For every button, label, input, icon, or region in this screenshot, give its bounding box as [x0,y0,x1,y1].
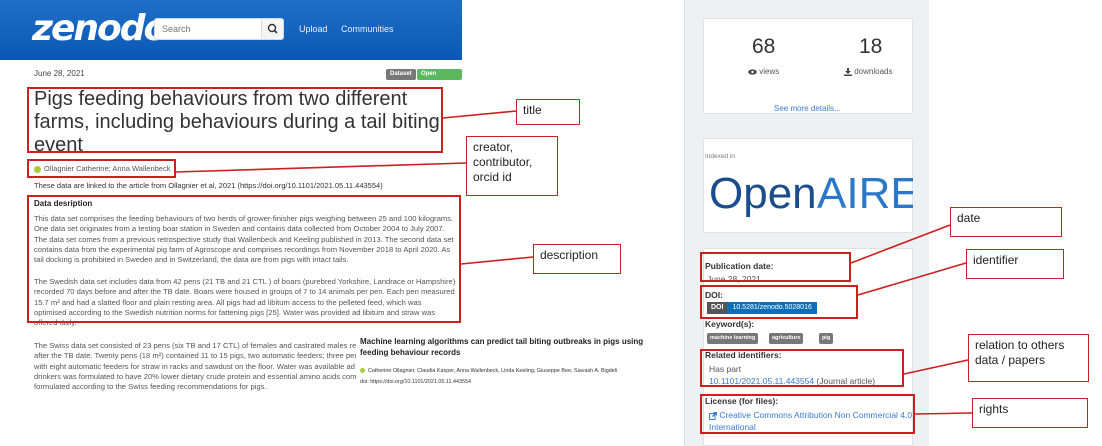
svg-text:Open: Open [709,169,817,218]
paper-author-names: Catherine Ollagnier, Claudia Kasper, Ann… [368,368,618,374]
downloads-label-text: downloads [854,67,893,76]
indexed-in-label: Indexed in [705,153,735,160]
record-date: June 28, 2021 [34,69,85,78]
search-button[interactable] [261,19,283,39]
views-count: 68 [752,35,776,58]
search-input[interactable] [155,19,263,39]
zenodo-logo[interactable]: zenodo [32,8,168,49]
label-relation: relation to others data / papers [968,334,1089,382]
keywords-label: Keyword(s): [705,319,755,329]
paper-doi: doi: https://doi.org/10.1101/2021.05.11.… [360,379,471,385]
label-creator: creator, contributor, orcid id [466,136,558,196]
date-highlight [700,252,851,282]
identifier-highlight [700,285,858,319]
label-identifier: identifier [966,249,1064,279]
linked-article-text: These data are linked to the article fro… [34,181,383,190]
keyword-tag[interactable]: agriculture [769,333,804,344]
download-icon [844,67,852,76]
relation-highlight [700,349,904,387]
keyword-tag[interactable]: pig [819,333,834,344]
nav-communities[interactable]: Communities [341,24,394,34]
label-date: date [950,207,1062,237]
views-label-text: views [759,67,780,76]
views-label: views [748,67,779,76]
paper-authors: Catherine Ollagnier, Claudia Kasper, Ann… [360,368,652,374]
label-title: title [516,99,580,125]
orcid-icon [360,368,365,374]
label-description: description [533,244,621,274]
search-box [154,18,284,40]
paper-snippet: Machine learning algorithms can predict … [356,332,656,422]
dataset-badge: Dataset [386,69,416,80]
nav-upload[interactable]: Upload [299,24,328,34]
keyword-tag[interactable]: machine learning [707,333,759,344]
stats-card: 68 views 18 downloads See more details..… [703,18,913,114]
title-highlight [27,87,443,153]
downloads-label: downloads [844,67,892,76]
openaire-logo[interactable]: Open AIRE [707,166,920,220]
paper-title: Machine learning algorithms can predict … [360,337,644,357]
search-icon [267,23,278,34]
rights-highlight [700,394,915,434]
downloads-count: 18 [859,35,883,58]
eye-icon [748,69,757,75]
zenodo-header: zenodo Upload Communities [0,0,462,60]
svg-text:AIRE: AIRE [817,169,913,218]
open-access-badge: Open Access [417,69,462,88]
see-more-link[interactable]: See more details... [774,104,841,113]
label-rights: rights [972,398,1088,428]
description-highlight [27,195,461,323]
creator-highlight [27,159,176,178]
